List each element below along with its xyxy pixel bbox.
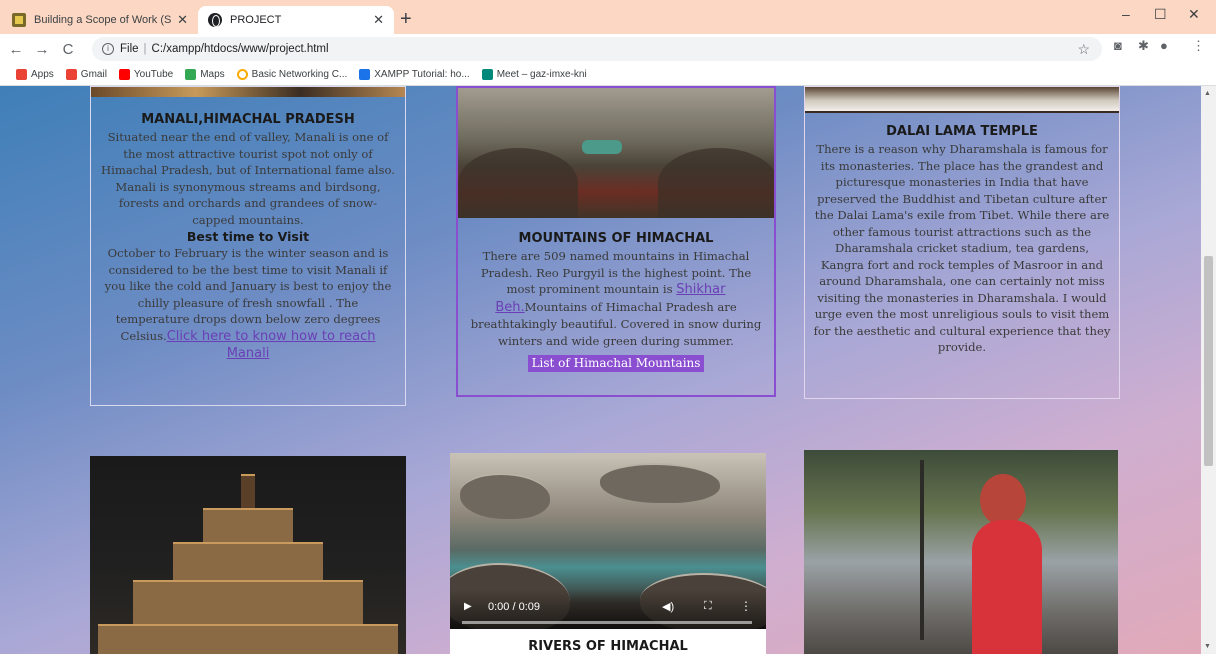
temple-roof-tier	[173, 542, 323, 580]
tab-building-sow[interactable]: Building a Scope of Work (SOW) ✕	[2, 6, 198, 34]
bookmark-meet[interactable]: Meet – gaz-imxe-kni	[481, 69, 587, 80]
card-mountains: MOUNTAINS OF HIMACHAL There are 509 name…	[456, 86, 776, 397]
bookmark-youtube[interactable]: YouTube	[118, 69, 173, 80]
card-text: There are 509 named mountains in Himacha…	[470, 249, 762, 348]
address-bar[interactable]: i File | C:/xampp/htdocs/www/project.htm…	[92, 37, 1102, 61]
reload-icon[interactable]: C	[58, 41, 78, 58]
video-rock	[600, 463, 720, 503]
document-favicon-icon	[12, 13, 26, 27]
reach-manali-link[interactable]: Click here to know how to reach Manali	[167, 329, 376, 362]
dalai-photo	[805, 87, 1119, 113]
maximize-icon[interactable]: ☐	[1154, 6, 1167, 23]
scroll-down-icon[interactable]: ▼	[1204, 643, 1211, 650]
photo-hut	[582, 140, 622, 154]
tab-project[interactable]: PROJECT ✕	[198, 6, 394, 34]
info-icon[interactable]: i	[102, 43, 114, 55]
rivers-title: RIVERS OF HIMACHAL	[528, 639, 688, 654]
card-text: Situated near the end of valley, Manali …	[101, 130, 395, 227]
url-separator: |	[143, 43, 147, 55]
card-title: MOUNTAINS OF HIMACHAL	[518, 231, 714, 246]
forward-icon[interactable]: →	[32, 41, 52, 58]
fullscreen-icon[interactable]: ⛶	[704, 600, 712, 613]
card-manali: MANALI,HIMACHAL PRADESH Situated near th…	[90, 86, 406, 406]
more-options-icon[interactable]: ⋮	[740, 599, 752, 613]
back-icon[interactable]: ←	[6, 41, 26, 58]
photo-shrub	[458, 148, 578, 218]
photo-shrub	[658, 148, 774, 218]
bookmark-star-icon[interactable]: ☆	[1077, 41, 1090, 58]
temple-spire	[241, 474, 255, 508]
bookmark-basic-networking[interactable]: Basic Networking C...	[236, 69, 347, 80]
close-tab-icon[interactable]: ✕	[373, 12, 384, 28]
mountains-photo	[458, 88, 774, 218]
new-tab-button[interactable]: +	[400, 8, 412, 30]
card-title: DALAI LAMA TEMPLE	[886, 124, 1038, 139]
temple-roof-tier	[133, 580, 363, 624]
rivers-video[interactable]: ▶ 0:00 / 0:09 ◀) ⛶ ⋮	[450, 453, 766, 629]
youtube-icon	[118, 69, 130, 80]
bookmark-apps[interactable]: Apps	[16, 69, 54, 80]
temple-roof-tier	[98, 624, 398, 654]
url-path: C:/xampp/htdocs/www/project.html	[151, 43, 329, 55]
bookmark-xampp[interactable]: XAMPP Tutorial: ho...	[359, 69, 470, 80]
card-subtitle: Best time to Visit	[186, 229, 310, 244]
circle-icon	[236, 69, 248, 80]
manali-photo	[91, 87, 405, 97]
video-time: 0:00 / 0:09	[488, 601, 540, 613]
tab-title: PROJECT	[230, 14, 282, 26]
bookmark-gmail[interactable]: Gmail	[65, 69, 107, 80]
scrollbar-thumb[interactable]	[1204, 256, 1213, 466]
bookmark-maps[interactable]: Maps	[185, 69, 225, 80]
close-tab-icon[interactable]: ✕	[177, 12, 188, 28]
page-viewport: MANALI,HIMACHAL PRADESH Situated near th…	[0, 86, 1216, 654]
extensions-puzzle-icon[interactable]: ✱	[1138, 38, 1149, 54]
page-scrollbar[interactable]: ▲ ▼	[1201, 86, 1216, 654]
video-controls: ▶ 0:00 / 0:09 ◀) ⛶ ⋮	[450, 589, 766, 629]
close-window-icon[interactable]: ✕	[1188, 6, 1200, 23]
bookmarks-bar: Apps Gmail YouTube Maps Basic Networking…	[0, 64, 1216, 86]
maps-icon	[185, 69, 197, 80]
video-rock	[460, 473, 550, 519]
xampp-icon	[359, 69, 371, 80]
minimize-icon[interactable]: –	[1122, 6, 1130, 22]
temple-roof-tier	[203, 508, 293, 542]
card-dalai-lama: DALAI LAMA TEMPLE There is a reason why …	[804, 86, 1120, 399]
scroll-up-icon[interactable]: ▲	[1204, 90, 1211, 97]
meet-icon	[481, 69, 493, 80]
card-text: There is a reason why Dharamshala is fam…	[813, 142, 1111, 354]
menu-kebab-icon[interactable]: ⋮	[1192, 38, 1205, 54]
tab-title: Building a Scope of Work (SOW)	[34, 14, 172, 26]
photo-red-beanie	[980, 474, 1026, 526]
rivers-card: ▶ 0:00 / 0:09 ◀) ⛶ ⋮ RIVERS OF HIMACHAL	[450, 453, 766, 654]
temple-photo	[90, 456, 406, 654]
photo-utility-pole	[920, 460, 924, 640]
tab-strip: Building a Scope of Work (SOW) ✕ PROJECT…	[0, 0, 1216, 34]
profile-avatar-icon[interactable]: ●	[1160, 38, 1168, 53]
apps-grid-icon	[16, 69, 27, 80]
card-title: MANALI,HIMACHAL PRADESH	[141, 112, 355, 127]
photo-red-jacket	[972, 520, 1042, 654]
card-text-2: October to February is the winter season…	[104, 246, 392, 362]
gmail-icon	[65, 69, 77, 80]
browser-toolbar: ← → C i File | C:/xampp/htdocs/www/proje…	[0, 34, 1216, 64]
camera-icon[interactable]: ◙	[1114, 38, 1122, 53]
play-icon[interactable]: ▶	[464, 601, 472, 612]
volume-icon[interactable]: ◀)	[662, 600, 674, 613]
globe-favicon-icon	[208, 13, 222, 27]
traveler-photo	[804, 450, 1118, 654]
url-scheme: File	[120, 43, 139, 55]
video-progress-bar[interactable]	[462, 621, 752, 624]
list-mountains-button[interactable]: List of Himachal Mountains	[527, 355, 705, 372]
